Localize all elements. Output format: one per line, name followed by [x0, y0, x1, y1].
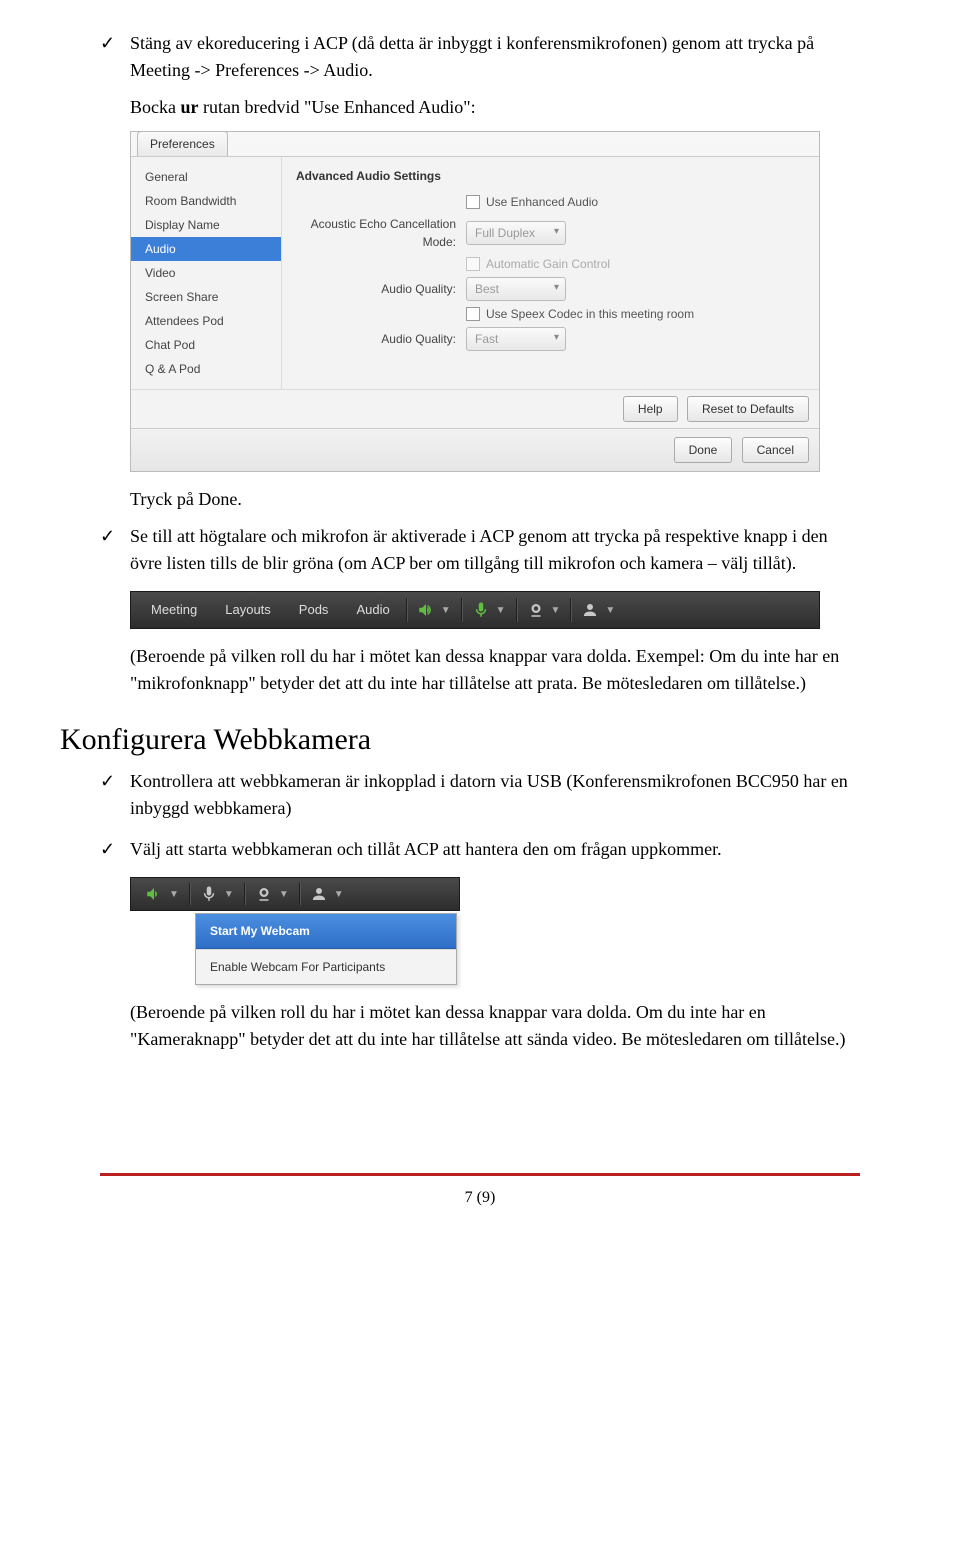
speaker-button[interactable]: ▼	[139, 885, 185, 903]
help-button[interactable]: Help	[623, 396, 678, 422]
page-footer: 7 (9)	[100, 1173, 860, 1210]
checklist-item: ✓ Stäng av ekoreducering i ACP (då detta…	[100, 30, 860, 84]
chevron-down-icon: ▼	[496, 603, 506, 618]
person-icon	[581, 601, 599, 619]
dropdown-audio-quality-2[interactable]: Fast	[466, 327, 566, 351]
menu-pods[interactable]: Pods	[287, 592, 341, 628]
checkbox-enhanced-audio[interactable]	[466, 195, 480, 209]
checklist-item: ✓ Kontrollera att webbkameran är inkoppl…	[100, 768, 860, 822]
done-button[interactable]: Done	[674, 437, 733, 463]
label-audio-quality-2: Audio Quality:	[296, 330, 466, 348]
chevron-down-icon: ▼	[279, 887, 289, 902]
checklist-item: ✓ Se till att högtalare och mikrofon är …	[100, 523, 860, 577]
indent-text: Bocka ur rutan bredvid "Use Enhanced Aud…	[130, 94, 860, 121]
checkbox-speex[interactable]	[466, 307, 480, 321]
chevron-down-icon: ▼	[169, 887, 179, 902]
preferences-sidebar: General Room Bandwidth Display Name Audi…	[131, 157, 282, 389]
microphone-icon	[472, 601, 490, 619]
bullet-text: Kontrollera att webbkameran är inkopplad…	[130, 768, 860, 822]
webcam-menu-screenshot: ▼ ▼ ▼ ▼ Start My Webcam Enable Webcam Fo…	[130, 877, 460, 985]
indent-text: (Beroende på vilken roll du har i mötet …	[130, 999, 860, 1053]
microphone-icon	[200, 885, 218, 903]
sidebar-item-video[interactable]: Video	[131, 261, 281, 285]
preferences-tab[interactable]: Preferences	[137, 131, 228, 156]
page-number: 7 (9)	[100, 1182, 860, 1210]
divider	[461, 598, 462, 622]
microphone-button[interactable]: ▼	[466, 601, 512, 619]
chevron-down-icon: ▼	[334, 887, 344, 902]
webcam-icon	[255, 885, 273, 903]
check-icon: ✓	[100, 30, 130, 84]
sidebar-item-attendees-pod[interactable]: Attendees Pod	[131, 309, 281, 333]
menu-layouts[interactable]: Layouts	[213, 592, 283, 628]
bullet-text: Välj att starta webbkameran och tillåt A…	[130, 836, 860, 863]
bold-text: ur	[180, 97, 198, 117]
chevron-down-icon: ▼	[605, 603, 615, 618]
label-speex: Use Speex Codec in this meeting room	[486, 305, 694, 323]
divider	[299, 883, 300, 905]
speaker-icon	[145, 885, 163, 903]
menu-item-start-webcam[interactable]: Start My Webcam	[196, 914, 456, 949]
sidebar-item-room-bandwidth[interactable]: Room Bandwidth	[131, 189, 281, 213]
sidebar-item-chat-pod[interactable]: Chat Pod	[131, 333, 281, 357]
dropdown-echo-mode[interactable]: Full Duplex	[466, 221, 566, 245]
indent-text: Tryck på Done.	[130, 486, 860, 513]
toolbar-fragment: ▼ ▼ ▼ ▼	[130, 877, 460, 911]
speaker-icon	[417, 601, 435, 619]
preferences-window: Preferences General Room Bandwidth Displ…	[130, 131, 820, 472]
meeting-toolbar: Meeting Layouts Pods Audio ▼ ▼ ▼ ▼	[130, 591, 820, 629]
text-span: Bocka	[130, 97, 180, 117]
label-audio-quality-1: Audio Quality:	[296, 280, 466, 298]
sidebar-item-audio[interactable]: Audio	[131, 237, 281, 261]
sidebar-item-qa-pod[interactable]: Q & A Pod	[131, 357, 281, 381]
webcam-button[interactable]: ▼	[521, 601, 567, 619]
check-icon: ✓	[100, 523, 130, 577]
text-span: rutan bredvid "Use Enhanced Audio":	[198, 97, 475, 117]
raise-hand-button[interactable]: ▼	[304, 885, 350, 903]
footer-rule	[100, 1173, 860, 1176]
sidebar-item-screen-share[interactable]: Screen Share	[131, 285, 281, 309]
divider	[570, 598, 571, 622]
reset-defaults-button[interactable]: Reset to Defaults	[687, 396, 809, 422]
menu-meeting[interactable]: Meeting	[139, 592, 209, 628]
webcam-icon	[527, 601, 545, 619]
check-icon: ✓	[100, 768, 130, 822]
dropdown-audio-quality-1[interactable]: Best	[466, 277, 566, 301]
raise-hand-button[interactable]: ▼	[575, 601, 621, 619]
divider	[516, 598, 517, 622]
checklist-item: ✓ Välj att starta webbkameran och tillåt…	[100, 836, 860, 863]
menu-item-enable-webcam[interactable]: Enable Webcam For Participants	[196, 949, 456, 984]
menu-audio[interactable]: Audio	[344, 592, 401, 628]
label-echo-mode: Acoustic Echo Cancellation Mode:	[296, 215, 466, 251]
person-icon	[310, 885, 328, 903]
divider	[189, 883, 190, 905]
checkbox-gain-control[interactable]	[466, 257, 480, 271]
webcam-button[interactable]: ▼	[249, 885, 295, 903]
bullet-text: Se till att högtalare och mikrofon är ak…	[130, 523, 860, 577]
webcam-dropdown-menu: Start My Webcam Enable Webcam For Partic…	[195, 913, 457, 985]
label-enhanced-audio: Use Enhanced Audio	[486, 193, 598, 211]
divider	[244, 883, 245, 905]
section-title: Advanced Audio Settings	[296, 167, 805, 185]
chevron-down-icon: ▼	[224, 887, 234, 902]
sidebar-item-general[interactable]: General	[131, 165, 281, 189]
bullet-text: Stäng av ekoreducering i ACP (då detta ä…	[130, 30, 860, 84]
speaker-button[interactable]: ▼	[411, 601, 457, 619]
heading-webcam: Konfigurera Webbkamera	[60, 717, 860, 762]
label-gain-control: Automatic Gain Control	[486, 255, 610, 273]
cancel-button[interactable]: Cancel	[742, 437, 809, 463]
divider	[406, 598, 407, 622]
check-icon: ✓	[100, 836, 130, 863]
chevron-down-icon: ▼	[551, 603, 561, 618]
sidebar-item-display-name[interactable]: Display Name	[131, 213, 281, 237]
chevron-down-icon: ▼	[441, 603, 451, 618]
microphone-button[interactable]: ▼	[194, 885, 240, 903]
indent-text: (Beroende på vilken roll du har i mötet …	[130, 643, 860, 697]
